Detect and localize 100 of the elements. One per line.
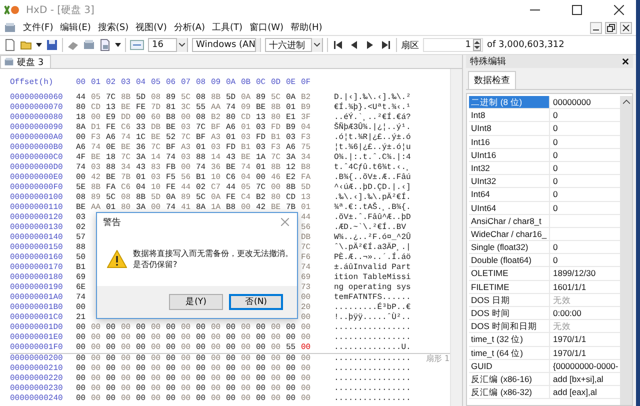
hex-byte: 80 [271,193,282,203]
close-icon[interactable] [614,5,624,15]
restore-icon[interactable] [605,22,617,34]
scrollbar[interactable] [450,69,462,406]
save-icon[interactable] [46,39,58,51]
menu-item[interactable]: 视图(V) [136,21,167,34]
hex-byte: 00 [211,384,222,394]
hex-byte: 8B [271,103,282,113]
offset-cell-text: 000000000E0 [10,173,64,183]
last-page-icon[interactable] [382,41,390,49]
field-label[interactable]: 反汇编 (x86-16) [469,372,550,386]
maximize-icon[interactable] [572,5,582,15]
document-tab[interactable]: 硬盘 3 [0,55,51,68]
column-header: 09 [211,78,222,88]
field-value: 0 [552,109,558,122]
field-label[interactable]: Single (float32) [469,241,550,254]
field-label[interactable]: FILETIME [469,280,550,293]
field-value: 0 [552,254,558,266]
field-label[interactable]: Int64 [469,188,550,200]
hex-byte: 5C [106,193,117,203]
scrollbar[interactable] [620,96,632,405]
field-label[interactable]: time_t (64 位) [469,346,550,359]
hex-byte: F6 [301,253,312,263]
field-label[interactable]: 反汇编 (x86-32) [469,386,550,398]
hex-byte: 00 [121,364,132,374]
field-label[interactable]: DOS 日期 [469,294,550,306]
hex-byte: 44 [76,93,87,103]
hex-byte: 10 [151,183,162,193]
inspector-tab[interactable]: 数据检查 [468,71,516,89]
field-label[interactable]: time_t (32 位) [469,333,550,346]
first-page-icon[interactable] [334,41,342,49]
hex-byte: 44 [301,213,312,223]
hex-byte: B8 [301,163,312,173]
field-label[interactable]: UInt16 [469,148,550,161]
hex-byte: 00 [136,384,147,394]
menu-item[interactable]: 编辑(E) [60,21,91,34]
dialog-button[interactable]: 否(N) [229,294,283,310]
caret-icon[interactable] [115,43,121,47]
drive-icon[interactable] [83,39,95,51]
new-file-icon[interactable] [4,39,16,51]
hex-byte: 00 [271,183,282,193]
field-value: 无效 [552,294,571,306]
field-label[interactable]: AnsiChar / char8_t [469,214,550,227]
hex-byte: BF [196,133,207,143]
sector-field[interactable]: 1 [423,38,483,52]
field-label[interactable]: Int16 [469,136,550,148]
column-header: 01 [91,78,102,88]
next-icon[interactable] [366,41,374,49]
spinner-arrows-icon[interactable] [473,39,481,51]
close-icon[interactable] [620,22,632,34]
minimize-icon[interactable] [590,22,602,34]
menu-item[interactable]: 文件(F) [23,21,54,34]
field-label[interactable]: GUID [469,360,550,372]
menu-item[interactable]: 工具(T) [212,21,243,34]
offset-cell-text: 000000000D0 [10,163,64,173]
field-label[interactable]: DOS 时间 [469,307,550,320]
field-label[interactable]: OLETIME [469,267,550,280]
hex-byte: 03 [181,153,192,163]
document-icon[interactable] [99,39,111,51]
menu-item[interactable]: 分析(A) [174,21,206,34]
hex-byte: B9 [286,123,297,133]
column-header: 08 [196,78,207,88]
caret-icon[interactable] [176,38,187,52]
caret-icon[interactable] [311,38,322,52]
hex-byte: 00 [301,354,312,364]
ascii-text: ¾ª.€:.tAŠ.¸.B¾{. [334,203,411,213]
close-icon[interactable] [622,58,629,65]
menu-item[interactable]: 搜索(S) [98,21,129,34]
offset-cell-text: 00000000110 [10,203,64,213]
hex-byte: 00 [76,364,87,374]
menu-item[interactable]: 帮助(H) [290,21,322,34]
bytes-per-row-dropdown[interactable]: 16 [148,38,188,52]
field-label[interactable]: Int8 [469,109,550,122]
field-label[interactable]: DOS 时间和日期 [469,320,550,332]
field-label[interactable]: UInt8 [469,122,550,135]
hex-byte: 02 [76,223,87,233]
field-label[interactable]: WideChar / char16_ [469,228,550,240]
field-value: 无效 [552,320,571,332]
hex-byte: 00 [91,394,102,404]
column-header: 02 [106,78,117,88]
hex-byte: 00 [256,394,267,404]
field-label[interactable]: 二进制 (8 位) [469,96,550,108]
field-value: 0 [552,148,558,161]
dialog-button[interactable]: 是(Y) [169,294,223,310]
hex-byte: 00 [121,384,132,394]
hex-byte: 4F [76,153,87,163]
open-folder-icon[interactable] [20,39,32,51]
hex-byte: 14 [151,153,162,163]
hex-byte: 00 [181,343,192,353]
field-label[interactable]: Int32 [469,162,550,174]
caret-icon[interactable] [36,43,42,47]
hex-byte: 00 [181,394,192,404]
previous-icon[interactable] [350,41,358,49]
display-mode-dropdown[interactable]: 十六进制 [265,38,323,52]
field-label[interactable]: UInt32 [469,175,550,188]
field-label[interactable]: UInt64 [469,202,550,214]
field-value: 0 [552,162,558,174]
field-label[interactable]: Double (float64) [469,254,550,266]
scroll-up-icon[interactable] [622,99,630,104]
menu-item[interactable]: 窗口(W) [250,21,284,34]
